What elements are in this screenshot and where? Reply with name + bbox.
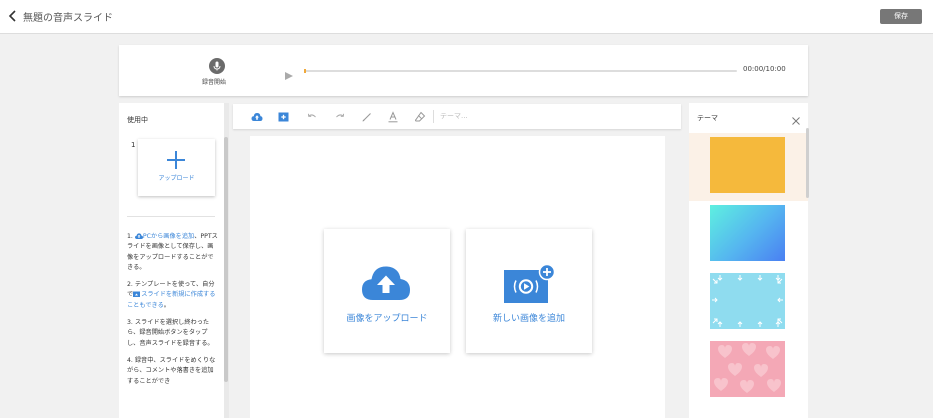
recorder-bar: 録音開始 00:00/10:00: [119, 45, 808, 96]
top-bar: 無題の音声スライド 保存: [0, 0, 933, 34]
theme-swatch-hearts: [710, 341, 785, 397]
instructions: 1. PCから画像を追加、PPTスライドを画像として保存し、画像をアップロードす…: [127, 232, 219, 394]
text-color-icon[interactable]: [387, 111, 399, 123]
image-add-icon: [133, 291, 141, 298]
slides-panel: 使用中 1 アップロード 1. PCから画像を追加、PPTスライドを画像として保…: [119, 103, 226, 418]
theme-item-arrows[interactable]: [689, 269, 808, 337]
instruction-step-1: 1. PCから画像を追加、PPTスライドを画像として保存し、画像をアップロードす…: [127, 233, 218, 271]
divider: [127, 216, 215, 217]
pen-icon[interactable]: [361, 111, 373, 123]
theme-item-orange[interactable]: [689, 133, 808, 201]
theme-panel: テーマ: [689, 103, 808, 418]
back-arrow-icon[interactable]: [6, 8, 20, 24]
upload-image-card[interactable]: 画像をアップロード: [324, 229, 450, 353]
instruction-step-2: 2. テンプレートを使って、自分で スライドを新規に作成することもできる。: [127, 281, 216, 309]
toolbar-divider: [433, 110, 434, 123]
create-new-slide-link[interactable]: スライドを新規に作成することもできる: [127, 291, 215, 308]
microphone-icon: [213, 61, 221, 71]
add-image-icon[interactable]: [278, 111, 290, 123]
slide-canvas[interactable]: 画像をアップロード 新しい画像を追加: [250, 136, 665, 418]
slides-panel-title: 使用中: [127, 116, 148, 124]
new-image-icon: [504, 264, 555, 303]
save-button[interactable]: 保存: [880, 9, 922, 24]
editor-toolbar: [233, 104, 681, 129]
add-from-pc-link[interactable]: PCから画像を追加: [134, 233, 194, 240]
cloud-upload-icon: [134, 233, 143, 239]
undo-icon[interactable]: [306, 111, 318, 123]
theme-item-hearts[interactable]: [689, 337, 808, 405]
slide-upload-thumbnail[interactable]: アップロード: [138, 139, 215, 196]
theme-swatch-arrows: [710, 273, 785, 329]
theme-item-gradient[interactable]: [689, 201, 808, 269]
time-readout: 00:00/10:00: [743, 65, 786, 73]
slides-panel-scrollbar-thumb[interactable]: [224, 137, 228, 382]
upload-thumbnail-label: アップロード: [158, 175, 195, 182]
instruction-step-4: 4. 録音中、スライドをめくりながら、コメントや落書きを追加することができ: [127, 356, 216, 385]
redo-icon[interactable]: [334, 111, 346, 123]
new-image-label: 新しい画像を追加: [492, 314, 565, 324]
progress-handle[interactable]: [304, 69, 306, 73]
theme-swatch: [710, 137, 785, 193]
play-icon[interactable]: [284, 66, 294, 80]
cloud-upload-icon[interactable]: [251, 111, 263, 123]
eraser-icon[interactable]: [414, 111, 426, 123]
new-image-card[interactable]: 新しい画像を追加: [466, 229, 592, 353]
playback-progress-bar[interactable]: [304, 69, 737, 73]
record-button[interactable]: [209, 58, 225, 74]
theme-search-input[interactable]: [440, 108, 540, 124]
close-icon[interactable]: [790, 112, 802, 125]
plus-icon: [167, 151, 185, 169]
slide-number: 1: [131, 141, 136, 149]
document-title: 無題の音声スライド: [23, 13, 113, 24]
cloud-upload-icon: [362, 266, 410, 300]
theme-panel-scrollbar-thumb[interactable]: [806, 128, 809, 198]
theme-swatch: [710, 205, 785, 261]
upload-image-label: 画像をアップロード: [346, 314, 428, 324]
theme-panel-title: テーマ: [697, 114, 718, 122]
instruction-step-3: 3. スライドを選択し終わったら、録音開始ボタンをタップし、音声スライドを録音す…: [127, 319, 214, 347]
record-label: 録音開始: [202, 79, 227, 86]
